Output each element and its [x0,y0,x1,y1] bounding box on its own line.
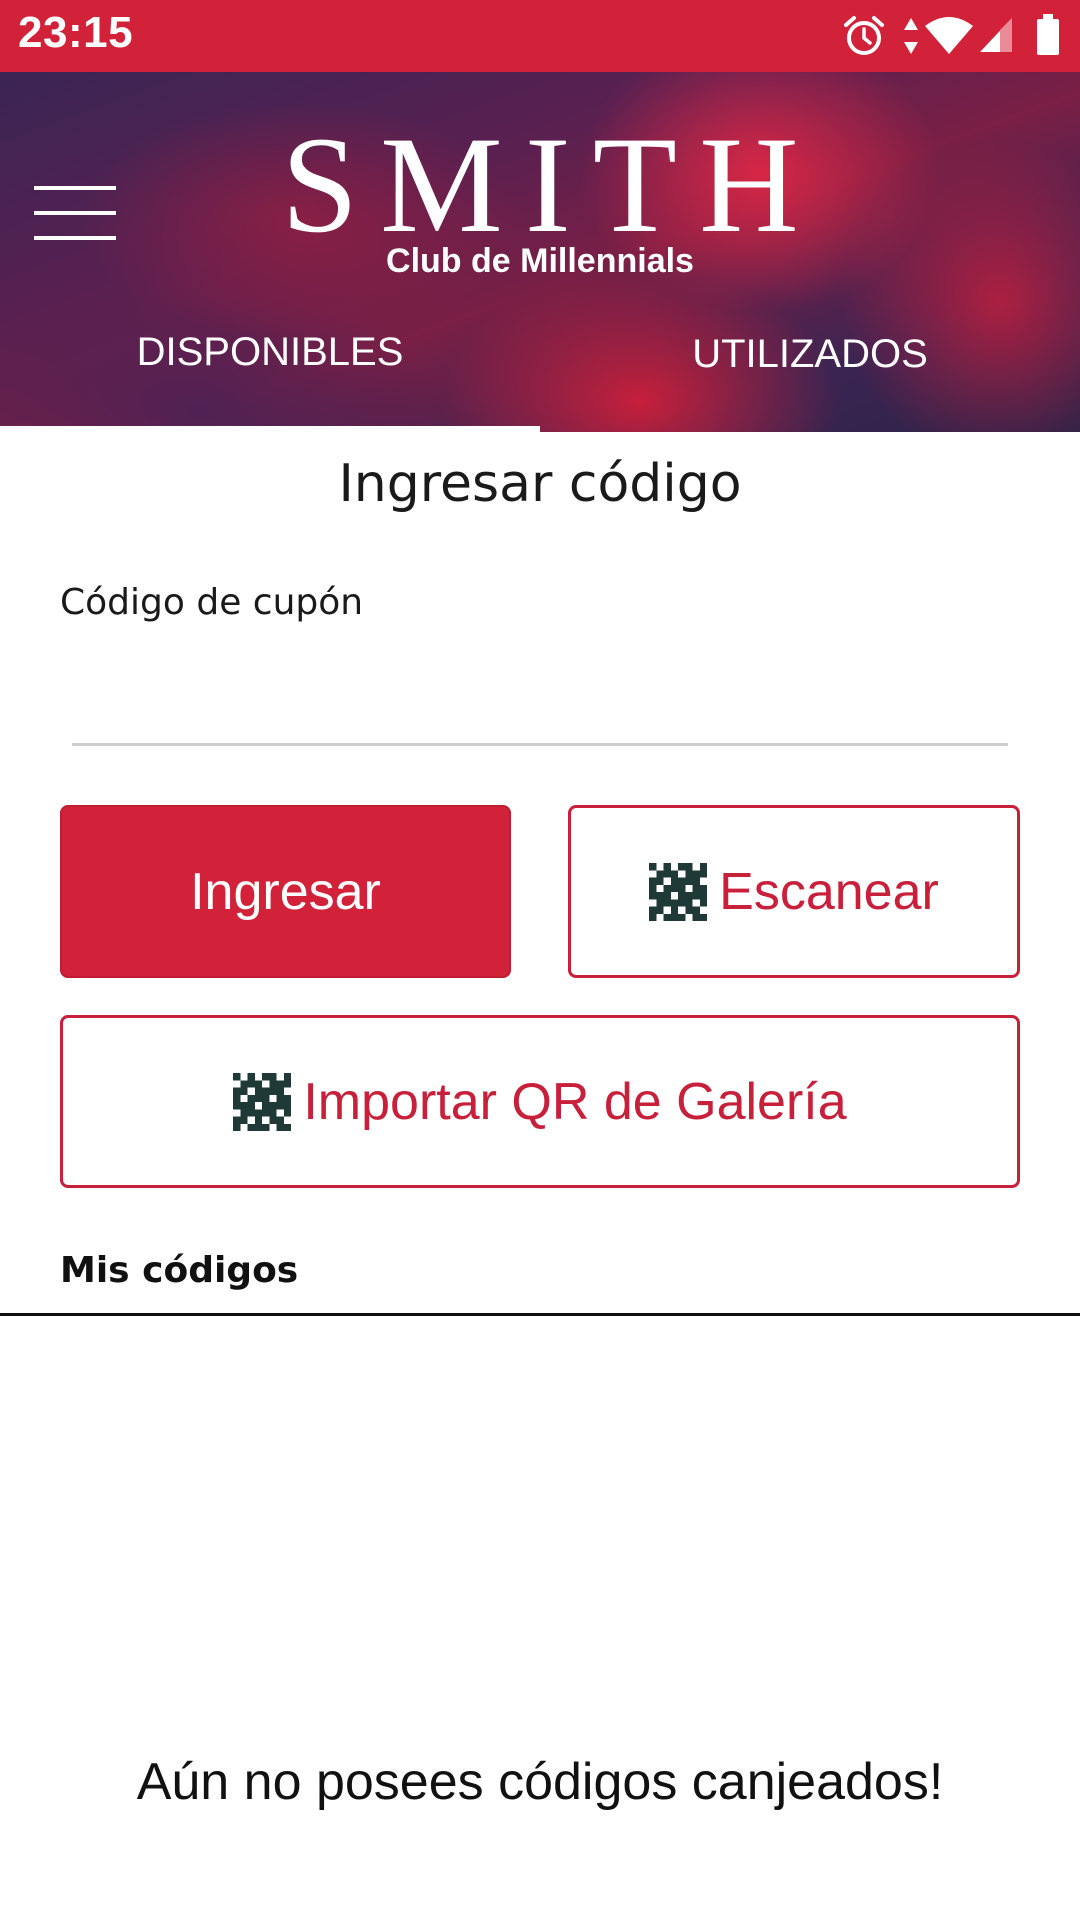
section-divider [0,1313,1080,1316]
tab-selected-indicator [0,426,540,432]
ingresar-button-label: Ingresar [190,862,381,921]
app-header: SMITH Club de Millennials DISPONIBLES UT… [0,72,1080,432]
qr-code-icon [233,1072,292,1131]
brand-logo-title: SMITH [281,108,821,261]
ingresar-button[interactable]: Ingresar [60,805,511,978]
brand-logo-subtitle: Club de Millennials [386,242,694,280]
my-codes-heading: Mis códigos [60,1250,299,1291]
escanear-button-label: Escanear [719,862,939,921]
importar-qr-button-label: Importar QR de Galería [303,1072,847,1131]
coupon-field-label: Código de cupón [60,582,364,623]
escanear-button[interactable]: Escanear [568,805,1020,978]
tab-utilizados[interactable]: UTILIZADOS [540,322,1080,432]
empty-codes-message: Aún no posees códigos canjeados! [136,1753,944,1811]
qr-code-icon [649,862,708,921]
page-title: Ingresar código [338,454,742,514]
data-arrows-icon [904,18,918,54]
wifi-icon [925,17,973,54]
battery-icon [1037,14,1059,55]
status-bar: 23:15 [0,0,1080,72]
status-time: 23:15 [18,8,134,57]
importar-qr-button[interactable]: Importar QR de Galería [60,1015,1020,1188]
coupon-code-input[interactable] [72,660,1008,746]
signal-icon [980,18,1012,52]
tab-disponibles[interactable]: DISPONIBLES [0,320,540,432]
alarm-icon [844,16,884,55]
